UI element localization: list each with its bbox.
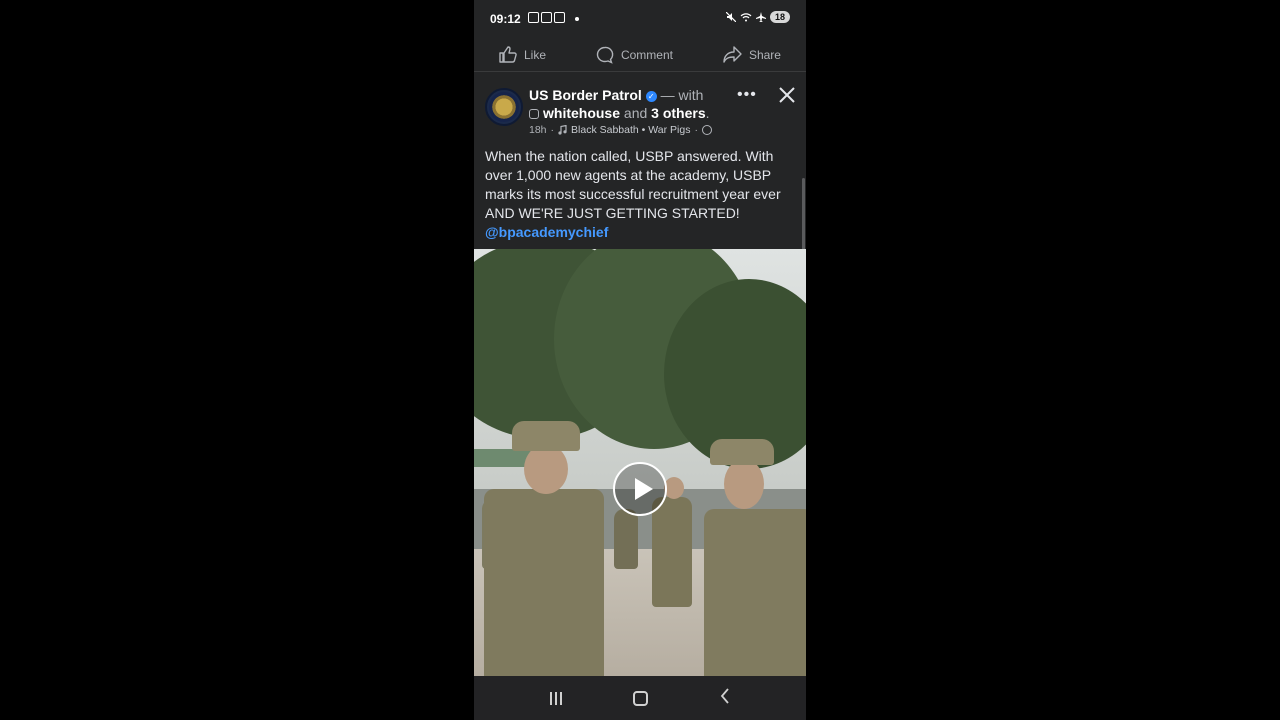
post-time[interactable]: 18h	[529, 124, 547, 136]
recent-apps-button[interactable]	[549, 691, 562, 705]
author-name[interactable]: US Border Patrol	[529, 87, 642, 103]
share-label: Share	[748, 47, 781, 62]
video-figure	[664, 477, 684, 499]
speech-bubble-icon	[596, 46, 614, 64]
status-bar: 09:12 18	[474, 0, 806, 38]
instagram-icon	[529, 109, 539, 120]
more-options-button[interactable]: •••	[737, 86, 757, 104]
recents-icon	[559, 691, 562, 705]
notification-icon	[528, 12, 539, 23]
like-label: Like	[523, 47, 546, 62]
video-player[interactable]	[474, 249, 806, 676]
video-figure	[524, 444, 568, 494]
close-icon	[779, 87, 795, 103]
comment-label: Comment	[620, 47, 673, 62]
battery-icon: 18	[769, 11, 790, 23]
tagged-user[interactable]: whitehouse	[543, 105, 620, 121]
share-arrow-icon	[723, 46, 742, 63]
more-dots-icon: •••	[737, 86, 757, 103]
close-button[interactable]	[778, 86, 796, 109]
globe-icon	[701, 125, 712, 135]
back-button[interactable]	[720, 687, 730, 709]
separator-dot: ·	[550, 124, 555, 136]
with-text: — with	[660, 87, 704, 103]
notification-icons	[528, 12, 565, 23]
mute-icon	[725, 12, 736, 22]
separator-dot: ·	[694, 124, 698, 136]
like-button[interactable]: Like	[499, 46, 546, 63]
notification-icon	[541, 12, 552, 23]
post-meta: 18h · Black Sabbath • War Pigs ·	[529, 124, 712, 136]
post-actions-bar: Like Comment Share	[474, 38, 806, 72]
phone-screen: 09:12 18 Like Comment Share US Border Pa…	[474, 0, 806, 720]
wifi-icon	[740, 13, 752, 22]
video-figure	[724, 459, 764, 509]
post-body: When the nation called, USBP answered. W…	[485, 147, 790, 242]
notification-icon	[554, 12, 565, 23]
share-button[interactable]: Share	[723, 46, 781, 63]
home-button[interactable]	[633, 690, 649, 706]
play-button[interactable]	[613, 462, 667, 516]
video-figure	[484, 489, 604, 676]
recents-icon	[554, 691, 557, 705]
video-figure	[614, 509, 638, 569]
tagged-others-link[interactable]: 3 others	[651, 105, 705, 121]
mention-link[interactable]: @bpacademychief	[485, 223, 790, 242]
and-text: and	[623, 105, 648, 121]
video-figure	[512, 421, 580, 451]
video-figure	[704, 509, 806, 676]
thumbs-up-icon	[499, 46, 517, 63]
video-figure	[710, 439, 774, 465]
video-figure	[652, 497, 692, 607]
post-card: US Border Patrol ✓ — with whitehouse and…	[474, 78, 806, 290]
back-chevron-icon	[720, 687, 729, 704]
status-indicators: 18	[725, 11, 790, 23]
post-header: US Border Patrol ✓ — with whitehouse and…	[529, 86, 729, 122]
comment-button[interactable]: Comment	[596, 46, 673, 64]
period-text: .	[705, 105, 710, 121]
notification-dot-icon	[575, 17, 579, 21]
airplane-mode-icon	[755, 12, 766, 22]
avatar[interactable]	[485, 88, 523, 126]
song-link[interactable]: Black Sabbath • War Pigs	[571, 124, 690, 136]
recents-icon	[549, 691, 552, 705]
verified-badge-icon: ✓	[645, 90, 657, 102]
status-time: 09:12	[490, 12, 521, 26]
border-patrol-logo-icon	[489, 92, 519, 122]
music-note-icon	[558, 125, 567, 135]
system-nav-bar	[474, 676, 806, 720]
post-body-text: When the nation called, USBP answered. W…	[485, 148, 781, 221]
